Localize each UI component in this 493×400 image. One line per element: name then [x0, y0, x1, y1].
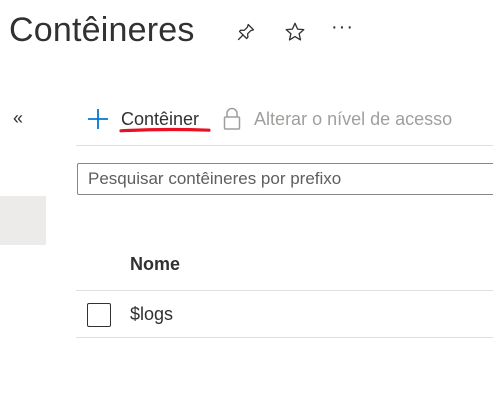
favorite-button[interactable] — [282, 19, 308, 45]
lock-icon — [223, 107, 241, 130]
collapse-menu-button[interactable]: « — [13, 108, 23, 128]
change-access-level-label: Alterar o nível de acesso — [254, 108, 453, 129]
table-row[interactable]: $logs — [76, 292, 493, 337]
pin-icon — [237, 23, 255, 41]
row-divider — [76, 337, 493, 338]
pin-button[interactable] — [233, 19, 259, 45]
change-access-level-button[interactable]: Alterar o nível de acesso — [222, 107, 452, 131]
add-icon — [88, 109, 108, 129]
container-name[interactable]: $logs — [130, 304, 173, 325]
toolbar-divider — [76, 145, 493, 146]
containers-page: Contêineres ··· « Contêiner Alterar o ní… — [0, 0, 493, 400]
column-header-name[interactable]: Nome — [130, 254, 180, 275]
selected-menu-item[interactable] — [0, 196, 46, 245]
page-title: Contêineres — [9, 11, 195, 49]
header-divider — [76, 290, 493, 291]
more-options-button[interactable]: ··· — [331, 17, 354, 37]
title-actions: ··· — [233, 17, 354, 45]
row-checkbox[interactable] — [87, 302, 111, 327]
red-annotation-underline — [119, 127, 211, 133]
search-input[interactable] — [77, 163, 493, 195]
star-icon — [285, 22, 305, 41]
